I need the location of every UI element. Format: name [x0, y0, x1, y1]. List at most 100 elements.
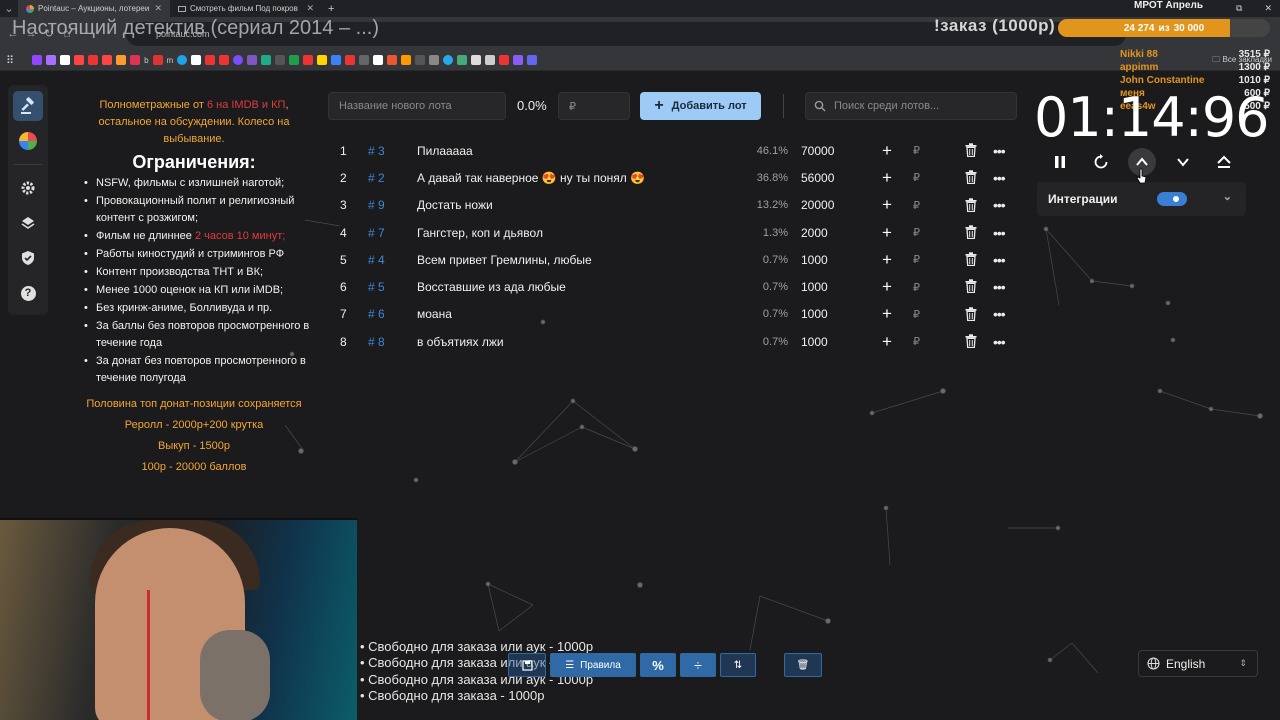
sidebar-item-wheel[interactable]	[13, 126, 43, 156]
lot-name[interactable]: в объятиях лжи	[417, 335, 504, 349]
more-options-icon[interactable]: •••	[993, 279, 1006, 295]
lot-id[interactable]: # 4	[368, 253, 385, 267]
lot-name[interactable]: моана	[417, 307, 452, 321]
bookmark-icon[interactable]	[485, 55, 496, 65]
bookmark-icon[interactable]	[233, 55, 244, 65]
bookmark-icon[interactable]	[46, 55, 57, 65]
more-options-icon[interactable]: •••	[993, 334, 1006, 350]
bookmark-label[interactable]: b	[144, 56, 148, 65]
bookmark-icon[interactable]	[191, 55, 202, 65]
more-options-icon[interactable]: •••	[993, 143, 1006, 159]
more-options-icon[interactable]: •••	[993, 197, 1006, 213]
lot-id[interactable]: # 5	[368, 280, 385, 294]
bookmark-icon[interactable]	[443, 55, 454, 65]
add-amount-icon[interactable]: +	[882, 332, 892, 352]
lot-currency[interactable]: ₽	[913, 171, 920, 184]
lot-currency[interactable]: ₽	[913, 308, 920, 321]
trash-icon[interactable]	[965, 143, 977, 157]
new-lot-amount-input[interactable]: ₽	[558, 92, 630, 120]
lot-name[interactable]: Достать ножи	[417, 198, 493, 212]
sidebar-item-security[interactable]	[13, 243, 43, 273]
sidebar-item-settings[interactable]	[13, 173, 43, 203]
clear-lots-button[interactable]: 🗑	[784, 653, 822, 677]
lot-currency[interactable]: ₽	[913, 253, 920, 266]
sidebar-item-layers[interactable]	[13, 208, 43, 238]
trash-icon[interactable]	[965, 197, 977, 212]
lot-currency[interactable]: ₽	[913, 335, 920, 348]
lot-name[interactable]: Пилааааа	[417, 144, 473, 158]
pause-button[interactable]	[1046, 148, 1074, 176]
bookmark-icon[interactable]	[261, 55, 272, 65]
bookmark-icon[interactable]	[303, 55, 314, 65]
subtract-time-button[interactable]	[1169, 148, 1197, 176]
rules-button[interactable]: ☰ Правила	[550, 653, 636, 677]
lot-search-input[interactable]: Поиск среди лотов...	[805, 92, 1017, 120]
lot-id[interactable]: # 8	[368, 335, 385, 349]
trash-icon[interactable]	[965, 252, 977, 267]
new-lot-name-input[interactable]: Название нового лота	[328, 92, 506, 120]
double-time-button[interactable]	[1210, 148, 1238, 176]
lot-id[interactable]: # 9	[368, 198, 385, 212]
trash-icon[interactable]	[965, 307, 977, 321]
bookmark-icon[interactable]	[387, 55, 398, 65]
add-amount-icon[interactable]: +	[882, 277, 892, 297]
lot-id[interactable]: # 6	[368, 307, 385, 321]
lot-name[interactable]: Гангстер, коп и дьявол	[417, 226, 543, 240]
bookmark-icon[interactable]	[359, 55, 370, 65]
lot-amount[interactable]: 1000	[801, 253, 828, 267]
integrations-panel[interactable]: Интеграции ⌄	[1037, 182, 1246, 216]
lot-currency[interactable]: ₽	[913, 281, 920, 294]
more-options-icon[interactable]: •••	[993, 225, 1006, 241]
bookmark-icon[interactable]	[429, 55, 440, 65]
sort-button[interactable]: ⇅	[720, 653, 756, 677]
integrations-toggle[interactable]	[1157, 192, 1187, 206]
bookmark-icon[interactable]	[373, 55, 384, 65]
lot-id[interactable]: # 7	[368, 226, 385, 240]
add-amount-icon[interactable]: +	[882, 250, 892, 270]
divide-button[interactable]: ÷	[680, 653, 716, 677]
bookmark-icon[interactable]	[219, 55, 230, 65]
chevron-down-icon[interactable]: ⌄	[1223, 190, 1232, 203]
bookmark-icon[interactable]	[317, 55, 328, 65]
lot-amount[interactable]: 20000	[801, 198, 834, 212]
more-options-icon[interactable]: •••	[993, 170, 1006, 186]
lot-name[interactable]: Восставшие из ада любые	[417, 280, 566, 294]
bookmark-icon[interactable]	[401, 55, 412, 65]
bookmark-icon[interactable]	[247, 55, 258, 65]
tab-list-icon[interactable]: ⌄	[0, 2, 18, 15]
tab-close-icon[interactable]: ✕	[154, 3, 162, 14]
lot-amount[interactable]: 2000	[801, 226, 828, 240]
trash-icon[interactable]	[965, 170, 977, 185]
language-select[interactable]: English ⇕	[1138, 650, 1258, 677]
lot-amount[interactable]: 56000	[801, 171, 834, 185]
bookmark-icon[interactable]	[331, 55, 342, 65]
bookmark-icon[interactable]	[177, 55, 188, 65]
percent-toggle-button[interactable]: %	[640, 653, 676, 677]
lot-name[interactable]: А давай так наверное 😍 ну ты понял 😍	[417, 171, 645, 185]
more-options-icon[interactable]: •••	[993, 306, 1006, 322]
bookmark-icon[interactable]	[275, 55, 286, 65]
lot-name[interactable]: Всем привет Гремлины, любые	[417, 253, 592, 267]
sidebar-item-help[interactable]: ?	[13, 278, 43, 308]
lot-amount[interactable]: 1000	[801, 307, 828, 321]
lot-amount[interactable]: 70000	[801, 144, 834, 158]
lot-currency[interactable]: ₽	[913, 199, 920, 212]
bookmark-icon[interactable]	[60, 55, 71, 65]
lot-amount[interactable]: 1000	[801, 335, 828, 349]
bookmark-icon[interactable]	[471, 55, 482, 65]
bookmark-icon[interactable]	[88, 55, 99, 65]
add-amount-icon[interactable]: +	[882, 304, 892, 324]
sidebar-item-auction[interactable]	[13, 91, 43, 121]
bookmark-icon[interactable]	[415, 55, 426, 65]
lot-currency[interactable]: ₽	[913, 226, 920, 239]
bookmark-icon[interactable]	[289, 55, 300, 65]
browser-tab-film[interactable]: Смотреть фильм Под покров ✕	[170, 0, 322, 17]
lot-currency[interactable]: ₽	[913, 144, 920, 157]
bookmark-icon[interactable]	[74, 55, 85, 65]
browser-tab-pointauc[interactable]: Pointauc – Аукционы, лотереи ✕	[18, 0, 170, 17]
bookmark-icon[interactable]	[116, 55, 127, 65]
add-lot-button[interactable]: + Добавить лот	[640, 92, 761, 120]
lot-amount[interactable]: 1000	[801, 280, 828, 294]
trash-icon[interactable]	[965, 279, 977, 294]
close-window-icon[interactable]: ✕	[1264, 3, 1272, 14]
